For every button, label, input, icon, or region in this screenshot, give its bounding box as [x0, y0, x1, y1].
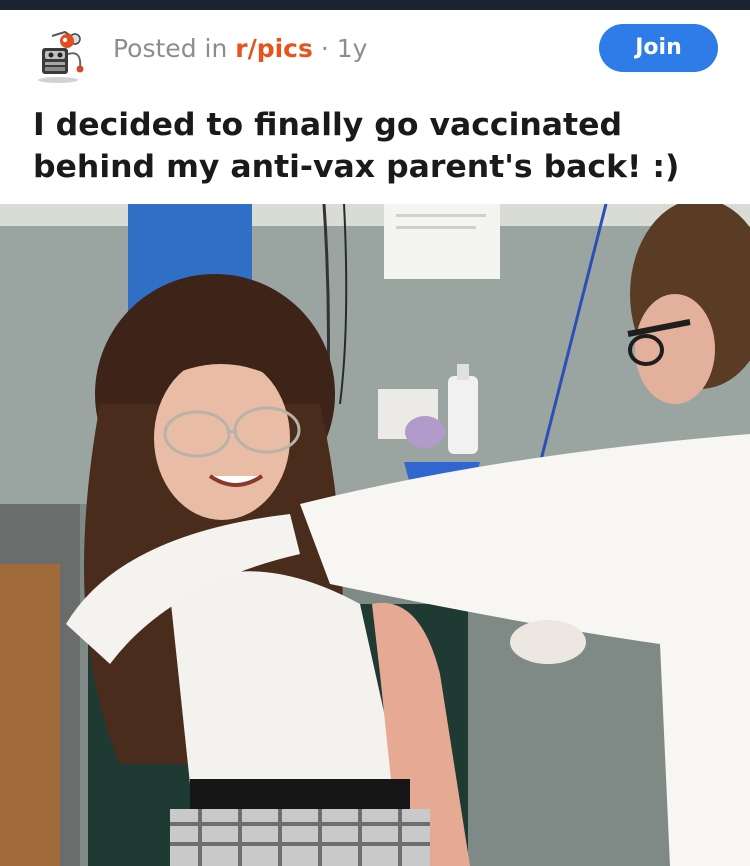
reddit-snoo-avatar-icon[interactable] [30, 24, 92, 86]
status-bar-strip [0, 0, 750, 10]
join-button[interactable]: Join [599, 24, 718, 72]
post-meta: Posted in r/pics · 1y [113, 34, 367, 63]
posted-in-label: Posted in [113, 34, 236, 63]
subreddit-link[interactable]: r/pics [235, 34, 313, 63]
meta-separator: · [312, 34, 337, 63]
post-title[interactable]: I decided to finally go vaccinated behin… [33, 104, 733, 188]
post-age: 1y [336, 34, 368, 63]
post-image[interactable] [0, 204, 750, 866]
post-header: Posted in r/pics · 1y Join [0, 10, 750, 92]
